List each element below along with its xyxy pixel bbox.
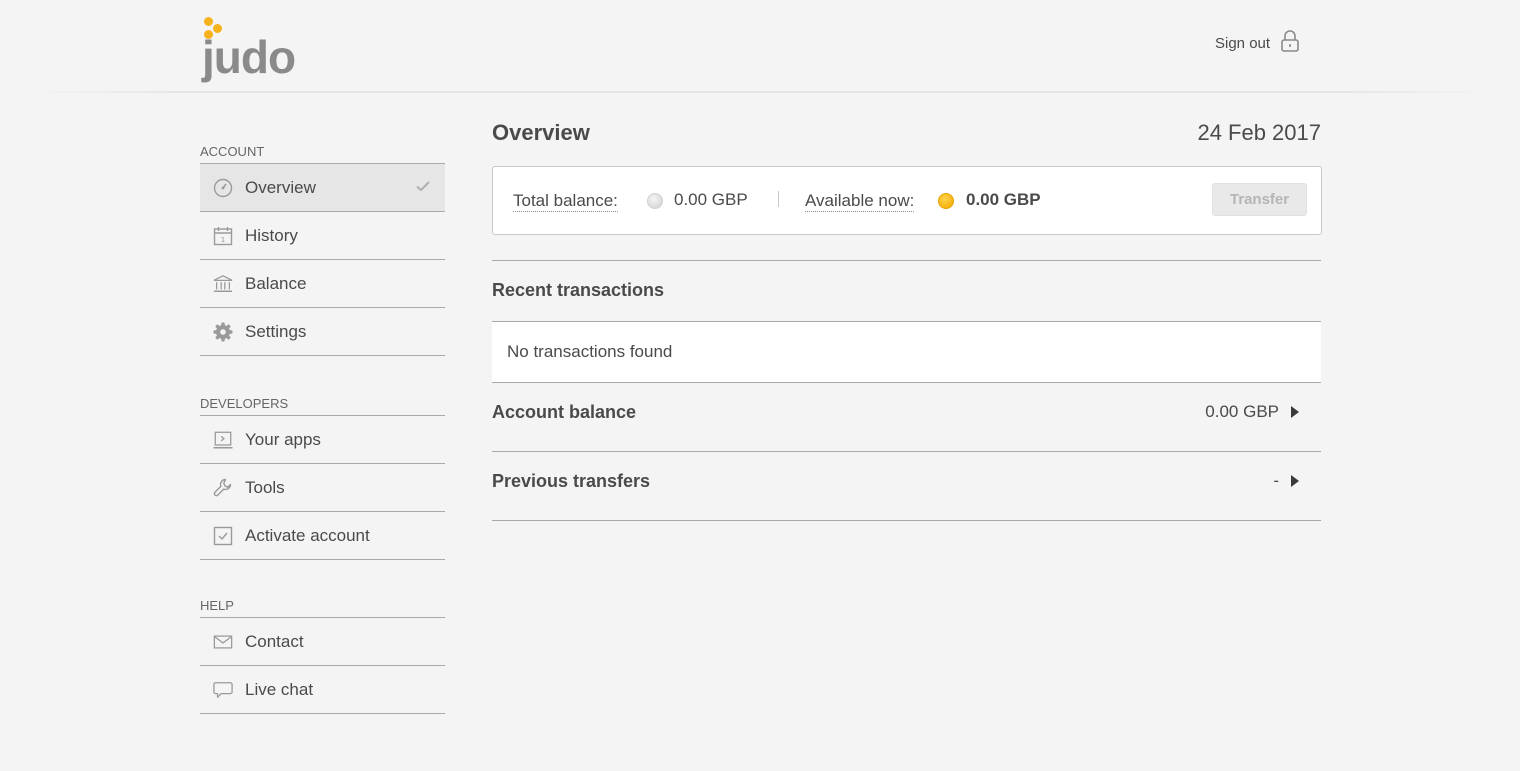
check-icon	[415, 178, 431, 199]
account-balance-value: 0.00 GBP	[1205, 402, 1279, 421]
lock-icon	[1280, 30, 1300, 56]
sidebar-item-label: History	[245, 225, 298, 245]
sidebar-item-label: Live chat	[245, 679, 314, 699]
gear-icon	[213, 322, 233, 342]
dashboard-icon	[213, 178, 233, 198]
sidebar-section-title: DEVELOPERS	[200, 396, 445, 416]
chat-bubble-icon	[213, 680, 233, 700]
triangle-right-icon	[1291, 406, 1299, 418]
sidebar: ACCOUNT Overview 1 History Balance Setti…	[200, 144, 445, 714]
wrench-icon	[213, 478, 233, 498]
previous-transfers-title: Previous transfers	[492, 471, 651, 491]
divider	[492, 260, 1321, 261]
svg-text:1: 1	[221, 236, 225, 244]
sidebar-item-label: Overview	[245, 177, 316, 197]
account-balance-title: Account balance	[492, 402, 637, 422]
sidebar-section-title: ACCOUNT	[200, 144, 445, 164]
checkbox-icon	[213, 526, 233, 546]
logo-dot	[204, 17, 213, 26]
empty-state-text: No transactions found	[507, 342, 673, 361]
top-header: judo Sign out	[0, 0, 1520, 93]
sidebar-item-label: Your apps	[245, 429, 321, 449]
page-title: Overview	[492, 120, 590, 145]
total-balance-value: 0.00 GBP	[674, 190, 748, 209]
total-balance-label[interactable]: Total balance:	[513, 192, 618, 212]
available-now-label[interactable]: Available now:	[805, 192, 915, 212]
transactions-empty-state: No transactions found	[492, 322, 1321, 382]
page-date: 24 Feb 2017	[1197, 120, 1321, 145]
sidebar-item-label: Balance	[245, 273, 307, 293]
sidebar-item-activate-account[interactable]: Activate account	[200, 512, 445, 560]
bank-icon	[213, 274, 233, 294]
balance-card: Total balance: 0.00 GBP Available now: 0…	[492, 166, 1322, 235]
divider	[492, 451, 1321, 452]
envelope-icon	[213, 632, 233, 652]
previous-transfers-value: -	[1273, 471, 1279, 490]
available-now-value: 0.00 GBP	[966, 190, 1041, 209]
sidebar-item-contact[interactable]: Contact	[200, 618, 445, 666]
app-window-icon	[213, 430, 233, 450]
account-balance-link[interactable]: 0.00 GBP	[1205, 402, 1299, 422]
sidebar-item-label: Contact	[245, 631, 304, 651]
sidebar-item-label: Settings	[245, 321, 307, 341]
sign-out-label: Sign out	[1215, 34, 1271, 52]
logo-text: judo	[202, 31, 296, 83]
total-balance-indicator-icon	[647, 193, 663, 209]
sidebar-item-tools[interactable]: Tools	[200, 464, 445, 512]
transfer-button[interactable]: Transfer	[1212, 183, 1307, 216]
sidebar-item-history[interactable]: 1 History	[200, 212, 445, 260]
header-divider	[30, 91, 1490, 93]
sidebar-section-title: HELP	[200, 598, 445, 618]
sidebar-item-live-chat[interactable]: Live chat	[200, 666, 445, 714]
sidebar-item-your-apps[interactable]: Your apps	[200, 416, 445, 464]
sidebar-item-label: Activate account	[245, 525, 370, 545]
divider	[492, 382, 1321, 383]
sign-out-button[interactable]: Sign out	[1215, 30, 1300, 56]
recent-transactions-title: Recent transactions	[492, 280, 665, 300]
triangle-right-icon	[1291, 475, 1299, 487]
sidebar-item-balance[interactable]: Balance	[200, 260, 445, 308]
sidebar-item-settings[interactable]: Settings	[200, 308, 445, 356]
sidebar-item-overview[interactable]: Overview	[200, 164, 445, 212]
available-indicator-icon	[938, 193, 954, 209]
sidebar-item-label: Tools	[245, 477, 285, 497]
judo-logo[interactable]: judo	[200, 14, 310, 80]
calendar-icon: 1	[213, 226, 233, 246]
previous-transfers-link[interactable]: -	[1273, 471, 1299, 491]
divider	[492, 520, 1321, 521]
divider	[778, 191, 779, 207]
